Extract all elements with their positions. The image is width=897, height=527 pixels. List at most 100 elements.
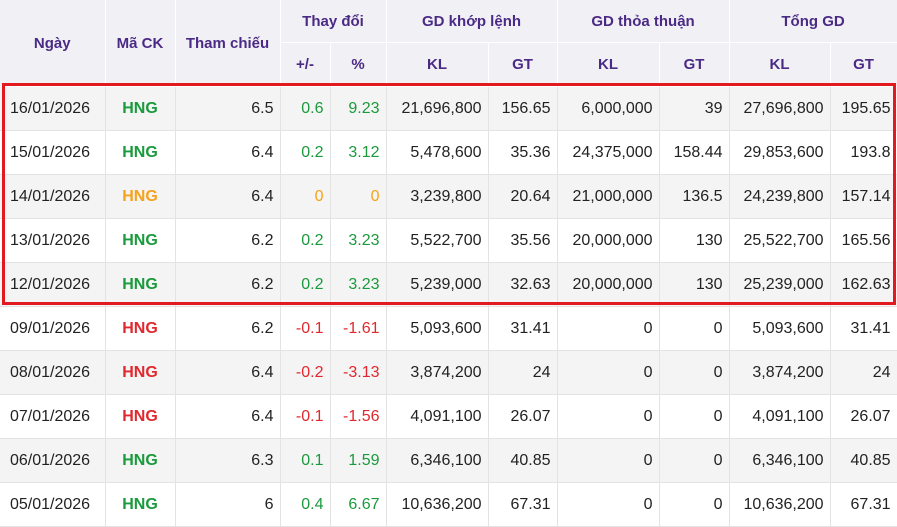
cell-change-pct: 3.23 <box>330 218 387 263</box>
table-row[interactable]: 07/01/2026 HNG 6.4 -0.1 -1.56 4,091,100 26.07 0… <box>0 394 897 439</box>
cell-change-abs: 0.6 <box>280 86 331 131</box>
cell-matched-kl: 6,346,100 <box>386 438 489 483</box>
table-row[interactable]: 05/01/2026 HNG 6 0.4 6.67 10,636,200 67.31 0 0 10… <box>0 482 897 527</box>
cell-symbol[interactable]: HNG <box>105 306 176 351</box>
cell-change-pct: 9.23 <box>330 86 387 131</box>
cell-change-pct: -3.13 <box>330 350 387 395</box>
cell-agreed-gt: 158.44 <box>659 130 730 175</box>
cell-total-gt: 24 <box>830 350 897 395</box>
cell-symbol[interactable]: HNG <box>105 438 176 483</box>
cell-change-pct: 3.12 <box>330 130 387 175</box>
cell-total-kl: 29,853,600 <box>729 130 831 175</box>
table-row[interactable]: 16/01/2026 HNG 6.5 0.6 9.23 21,696,800 156.65 6… <box>0 86 897 131</box>
cell-agreed-kl: 0 <box>557 350 660 395</box>
header-matched-kl[interactable]: KL <box>386 42 489 87</box>
cell-change-abs: 0.2 <box>280 130 331 175</box>
cell-matched-gt: 156.65 <box>488 86 558 131</box>
cell-total-gt: 157.14 <box>830 174 897 219</box>
cell-total-kl: 27,696,800 <box>729 86 831 131</box>
cell-symbol[interactable]: HNG <box>105 394 176 439</box>
header-matched-gt[interactable]: GT <box>488 42 558 87</box>
cell-symbol[interactable]: HNG <box>105 130 176 175</box>
cell-matched-kl: 5,522,700 <box>386 218 489 263</box>
header-date[interactable]: Ngày <box>0 0 106 87</box>
cell-total-gt: 67.31 <box>830 482 897 527</box>
table-row[interactable]: 12/01/2026 HNG 6.2 0.2 3.23 5,239,000 32.63 20,… <box>0 262 897 307</box>
header-agreed-gt[interactable]: GT <box>659 42 730 87</box>
cell-change-abs: 0.2 <box>280 218 331 263</box>
cell-change-pct: 0 <box>330 174 387 219</box>
cell-agreed-gt: 0 <box>659 482 730 527</box>
cell-total-gt: 26.07 <box>830 394 897 439</box>
table-body: 16/01/2026 HNG 6.5 0.6 9.23 21,696,800 156.65 6… <box>0 86 897 527</box>
cell-reference: 6.4 <box>175 350 281 395</box>
table-row[interactable]: 09/01/2026 HNG 6.2 -0.1 -1.61 5,093,600 31.41 0… <box>0 306 897 351</box>
header-matched-group: GD khớp lệnh <box>386 0 558 43</box>
cell-change-abs: 0.4 <box>280 482 331 527</box>
cell-change-abs: -0.2 <box>280 350 331 395</box>
cell-date: 05/01/2026 <box>0 482 106 527</box>
table-row[interactable]: 14/01/2026 HNG 6.4 0 0 3,239,800 20.64 21,000,0… <box>0 174 897 219</box>
cell-symbol[interactable]: HNG <box>105 482 176 527</box>
cell-matched-gt: 24 <box>488 350 558 395</box>
table-row[interactable]: 08/01/2026 HNG 6.4 -0.2 -3.13 3,874,200 24 0 0 3,… <box>0 350 897 395</box>
cell-matched-kl: 5,478,600 <box>386 130 489 175</box>
cell-symbol[interactable]: HNG <box>105 350 176 395</box>
cell-agreed-gt: 0 <box>659 438 730 483</box>
header-symbol[interactable]: Mã CK <box>105 0 176 87</box>
cell-change-abs: -0.1 <box>280 306 331 351</box>
cell-total-kl: 24,239,800 <box>729 174 831 219</box>
header-change-group: Thay đổi <box>280 0 387 43</box>
cell-change-pct: 1.59 <box>330 438 387 483</box>
cell-matched-kl: 3,239,800 <box>386 174 489 219</box>
cell-matched-kl: 10,636,200 <box>386 482 489 527</box>
cell-matched-gt: 20.64 <box>488 174 558 219</box>
header-total-kl[interactable]: KL <box>729 42 831 87</box>
cell-matched-gt: 31.41 <box>488 306 558 351</box>
cell-date: 13/01/2026 <box>0 218 106 263</box>
cell-reference: 6.5 <box>175 86 281 131</box>
cell-agreed-kl: 24,375,000 <box>557 130 660 175</box>
cell-symbol[interactable]: HNG <box>105 174 176 219</box>
cell-matched-gt: 35.36 <box>488 130 558 175</box>
cell-agreed-gt: 0 <box>659 394 730 439</box>
cell-agreed-kl: 0 <box>557 306 660 351</box>
table-row[interactable]: 15/01/2026 HNG 6.4 0.2 3.12 5,478,600 35.36 24,… <box>0 130 897 175</box>
header-reference[interactable]: Tham chiếu <box>175 0 281 87</box>
table-row[interactable]: 13/01/2026 HNG 6.2 0.2 3.23 5,522,700 35.56 20,… <box>0 218 897 263</box>
header-agreed-kl[interactable]: KL <box>557 42 660 87</box>
cell-agreed-gt: 0 <box>659 350 730 395</box>
cell-matched-kl: 5,093,600 <box>386 306 489 351</box>
cell-total-kl: 10,636,200 <box>729 482 831 527</box>
cell-agreed-kl: 20,000,000 <box>557 262 660 307</box>
cell-matched-gt: 32.63 <box>488 262 558 307</box>
cell-symbol[interactable]: HNG <box>105 262 176 307</box>
cell-agreed-gt: 0 <box>659 306 730 351</box>
cell-date: 14/01/2026 <box>0 174 106 219</box>
header-change-abs[interactable]: +/- <box>280 42 331 87</box>
cell-agreed-kl: 0 <box>557 394 660 439</box>
cell-matched-gt: 67.31 <box>488 482 558 527</box>
cell-symbol[interactable]: HNG <box>105 218 176 263</box>
header-agreed-group: GD thỏa thuận <box>557 0 730 43</box>
cell-matched-kl: 3,874,200 <box>386 350 489 395</box>
cell-total-kl: 3,874,200 <box>729 350 831 395</box>
cell-matched-kl: 4,091,100 <box>386 394 489 439</box>
cell-change-abs: 0.2 <box>280 262 331 307</box>
cell-matched-gt: 26.07 <box>488 394 558 439</box>
cell-symbol[interactable]: HNG <box>105 86 176 131</box>
cell-agreed-gt: 130 <box>659 262 730 307</box>
cell-date: 09/01/2026 <box>0 306 106 351</box>
header-total-group: Tổng GD <box>729 0 897 43</box>
cell-agreed-kl: 6,000,000 <box>557 86 660 131</box>
cell-agreed-kl: 20,000,000 <box>557 218 660 263</box>
cell-reference: 6.2 <box>175 306 281 351</box>
cell-change-pct: 6.67 <box>330 482 387 527</box>
cell-total-kl: 25,522,700 <box>729 218 831 263</box>
table-row[interactable]: 06/01/2026 HNG 6.3 0.1 1.59 6,346,100 40.85 0 0 6… <box>0 438 897 483</box>
cell-total-kl: 4,091,100 <box>729 394 831 439</box>
header-change-pct[interactable]: % <box>330 42 387 87</box>
cell-reference: 6.2 <box>175 262 281 307</box>
cell-total-gt: 195.65 <box>830 86 897 131</box>
header-total-gt[interactable]: GT <box>830 42 897 87</box>
